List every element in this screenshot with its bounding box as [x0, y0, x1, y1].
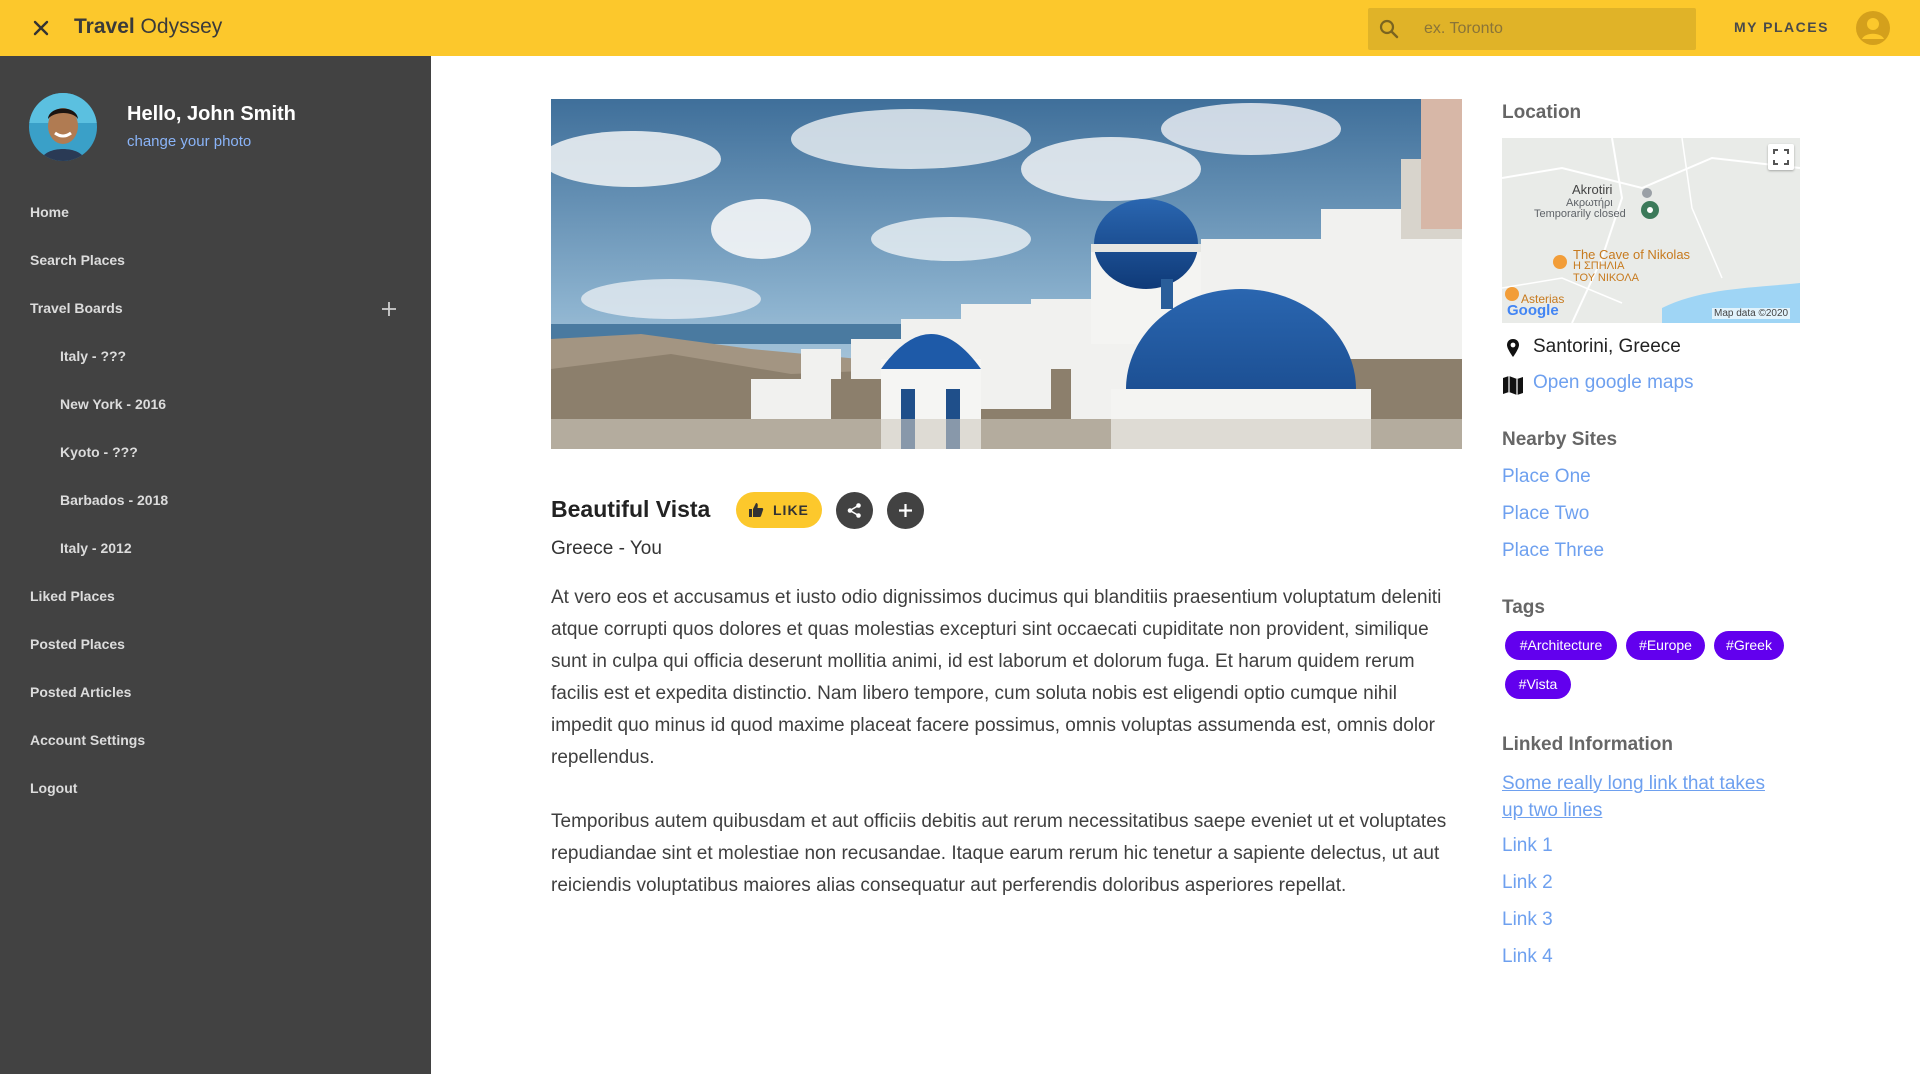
tag-chip-vista[interactable]: #Vista: [1505, 670, 1571, 699]
linked-link[interactable]: Link 4: [1502, 946, 1553, 968]
search-icon: [1378, 18, 1400, 40]
add-board-icon[interactable]: [378, 298, 400, 320]
description-paragraph: Temporibus autem quibusdam et aut offici…: [551, 811, 1447, 896]
place-title: Beautiful Vista: [551, 496, 711, 522]
linked-link[interactable]: Link 1: [1502, 835, 1553, 857]
avatar[interactable]: [29, 93, 97, 161]
tag-chip-greek[interactable]: #Greek: [1714, 631, 1784, 660]
description-paragraph: At vero eos et accusamus et iusto odio d…: [551, 587, 1442, 768]
location-heading: Location: [1502, 102, 1582, 123]
map-label-temporarily-closed: Temporarily closed: [1534, 208, 1626, 220]
search-box: [1368, 8, 1696, 50]
nearby-sites-heading: Nearby Sites: [1502, 429, 1618, 450]
thumb-up-icon: [748, 502, 764, 518]
long-link-line: Some really long link that takes: [1502, 773, 1765, 794]
tag-chip-architecture[interactable]: #Architecture: [1505, 631, 1617, 660]
sidebar-item-logout[interactable]: Logout: [0, 769, 431, 809]
map-label-cave-greek-2: ΤΟΥ ΝΙΚΟΛΑ: [1573, 272, 1639, 284]
share-icon: [847, 503, 861, 518]
map-icon: [1502, 374, 1524, 396]
linked-link[interactable]: Link 3: [1502, 909, 1553, 931]
add-to-board-button[interactable]: [887, 492, 924, 529]
linked-link[interactable]: Link 2: [1502, 872, 1553, 894]
sidebar-item-posted-articles[interactable]: Posted Articles: [0, 673, 431, 713]
linked-long-link[interactable]: Some really long link that takes up two …: [1502, 770, 1802, 824]
sidebar: Hello, John Smith change your photo Home…: [0, 56, 431, 1074]
sidebar-item-new-york-2016[interactable]: New York - 2016: [0, 385, 431, 425]
like-button-label: LIKE: [773, 502, 809, 518]
change-photo-link[interactable]: change your photo: [127, 133, 251, 150]
google-logo: Google: [1507, 302, 1559, 319]
top-app-bar: Travel Odyssey MY PLACES: [0, 0, 1920, 56]
my-places-button[interactable]: MY PLACES: [1734, 19, 1829, 35]
location-pin-icon: [1502, 337, 1524, 359]
sidebar-item-barbados-2018[interactable]: Barbados - 2018: [0, 481, 431, 521]
sidebar-item-travel-boards[interactable]: Travel Boards: [0, 289, 431, 329]
location-name: Santorini, Greece: [1533, 336, 1681, 357]
close-icon[interactable]: [27, 14, 55, 42]
app-title: Travel Odyssey: [74, 15, 223, 38]
search-input[interactable]: [1424, 8, 1688, 50]
nearby-site-link[interactable]: Place One: [1502, 466, 1591, 488]
sidebar-item-search-places[interactable]: Search Places: [0, 241, 431, 281]
sidebar-item-kyoto[interactable]: Kyoto - ???: [0, 433, 431, 473]
like-button[interactable]: LIKE: [736, 492, 822, 528]
sidebar-item-italy-unknown[interactable]: Italy - ???: [0, 337, 431, 377]
nearby-site-link[interactable]: Place Three: [1502, 540, 1604, 562]
tags-heading: Tags: [1502, 597, 1545, 618]
nearby-site-link[interactable]: Place Two: [1502, 503, 1589, 525]
location-map[interactable]: Akrotiri Ακρωτήρι Temporarily closed The…: [1502, 138, 1800, 323]
map-label-cave-greek: Η ΣΠΗΛΙΑ: [1573, 260, 1625, 272]
sidebar-item-liked-places[interactable]: Liked Places: [0, 577, 431, 617]
user-greeting: Hello, John Smith: [127, 103, 296, 125]
fullscreen-icon[interactable]: [1768, 144, 1794, 170]
sidebar-item-posted-places[interactable]: Posted Places: [0, 625, 431, 665]
linked-information-heading: Linked Information: [1502, 734, 1673, 755]
share-button[interactable]: [836, 492, 873, 529]
long-link-line: up two lines: [1502, 800, 1603, 821]
account-circle-icon[interactable]: [1855, 10, 1891, 46]
map-label-akrotiri: Akrotiri: [1572, 182, 1613, 197]
sidebar-item-account-settings[interactable]: Account Settings: [0, 721, 431, 761]
sidebar-item-italy-2012[interactable]: Italy - 2012: [0, 529, 431, 569]
hero-image: [551, 99, 1462, 449]
open-google-maps-link[interactable]: Open google maps: [1533, 372, 1694, 394]
map-attribution: Map data ©2020: [1712, 308, 1791, 319]
add-icon: [899, 504, 912, 517]
sidebar-item-home[interactable]: Home: [0, 193, 431, 233]
tag-chip-europe[interactable]: #Europe: [1626, 631, 1705, 660]
place-subtitle: Greece - You: [551, 538, 662, 559]
